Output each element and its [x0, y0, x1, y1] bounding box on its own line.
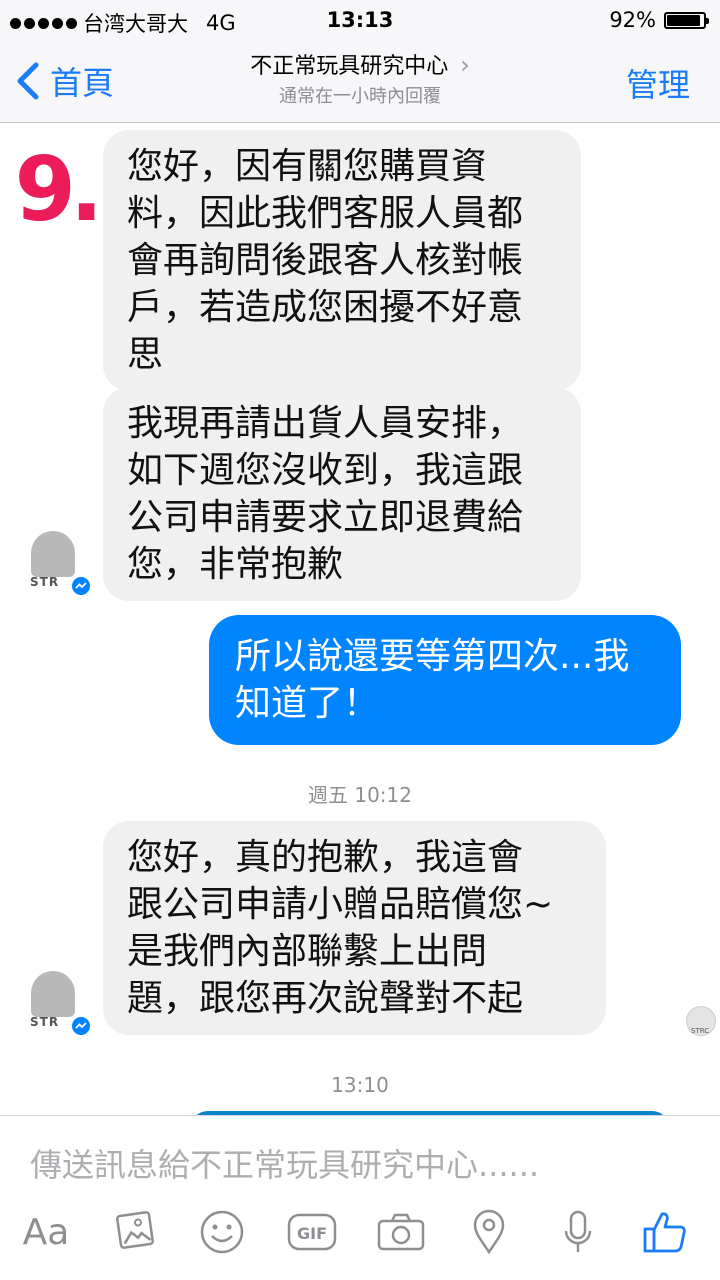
- smiley-icon: [200, 1210, 244, 1254]
- camera-button[interactable]: [374, 1204, 428, 1260]
- microphone-icon: [564, 1210, 592, 1252]
- timestamp: 13:10: [331, 1073, 389, 1097]
- read-receipt-avatar: STRC: [686, 1006, 716, 1036]
- messenger-badge-icon: [70, 575, 92, 597]
- voice-button[interactable]: [556, 1204, 600, 1260]
- text-format-button[interactable]: Aa: [16, 1204, 76, 1260]
- location-pin-icon: [473, 1209, 505, 1255]
- avatar-label: STR: [30, 575, 60, 589]
- conversation-title[interactable]: 不正常玩具研究中心 ›: [0, 48, 720, 80]
- avatar-image: [31, 531, 75, 577]
- status-bar: 台湾大哥大 4G 13:13 92%: [0, 0, 720, 40]
- avatar-label: STR: [30, 1015, 60, 1029]
- messenger-badge-icon: [70, 1015, 92, 1037]
- battery-percent: 92%: [609, 8, 656, 32]
- chat-thread[interactable]: 9. 您好，因有關您購買資 料，因此我們客服人員都 會再詢問後跟客人核對帳 戶，…: [0, 123, 720, 1115]
- incoming-message[interactable]: 您好，因有關您購買資 料，因此我們客服人員都 會再詢問後跟客人核對帳 戶，若造成…: [103, 130, 581, 391]
- battery-icon: [664, 11, 709, 29]
- composer-toolbar: Aa GIF: [0, 1204, 720, 1270]
- timestamp: 週五 10:12: [308, 783, 412, 807]
- message-input[interactable]: 傳送訊息給不正常玩具研究中心......: [30, 1140, 539, 1186]
- manage-button[interactable]: 管理: [626, 60, 690, 106]
- number-sticker: 9.: [12, 136, 102, 232]
- svg-text:9.: 9.: [15, 138, 98, 232]
- like-button[interactable]: [640, 1204, 690, 1260]
- incoming-message[interactable]: 我現再請出貨人員安排， 如下週您沒收到，我這跟 公司申請要求立即退費給 您，非常…: [103, 387, 581, 601]
- navigation-bar: 首頁 不正常玩具研究中心 › 通常在一小時內回覆 管理: [0, 40, 720, 123]
- camera-icon: [377, 1213, 425, 1251]
- gif-button[interactable]: GIF: [284, 1204, 340, 1260]
- photo-icon: [116, 1211, 154, 1249]
- avatar[interactable]: STR: [26, 971, 92, 1037]
- aa-label: Aa: [22, 1211, 70, 1253]
- avatar[interactable]: STR: [26, 531, 92, 597]
- gallery-button[interactable]: [110, 1204, 160, 1260]
- sticker-button[interactable]: [196, 1204, 248, 1260]
- outgoing-message[interactable]: 所以說還要等第四次...我 知道了！: [209, 615, 681, 745]
- composer: 傳送訊息給不正常玩具研究中心...... Aa GIF: [0, 1115, 720, 1280]
- avatar-image: [31, 971, 75, 1017]
- chevron-right-icon: ›: [460, 51, 470, 79]
- response-time-subtitle: 通常在一小時內回覆: [279, 86, 441, 107]
- incoming-message[interactable]: 您好，真的抱歉，我這會 跟公司申請小贈品賠償您~ 是我們內部聯繫上出問 題，跟您…: [103, 821, 606, 1035]
- svg-text:GIF: GIF: [297, 1224, 327, 1243]
- gif-icon: GIF: [287, 1213, 337, 1251]
- location-button[interactable]: [466, 1204, 512, 1260]
- thumbs-up-icon: [643, 1212, 686, 1253]
- page-title: 不正常玩具研究中心: [250, 54, 449, 79]
- read-receipt-label: STRC: [691, 1027, 710, 1035]
- status-right: 92%: [609, 8, 709, 32]
